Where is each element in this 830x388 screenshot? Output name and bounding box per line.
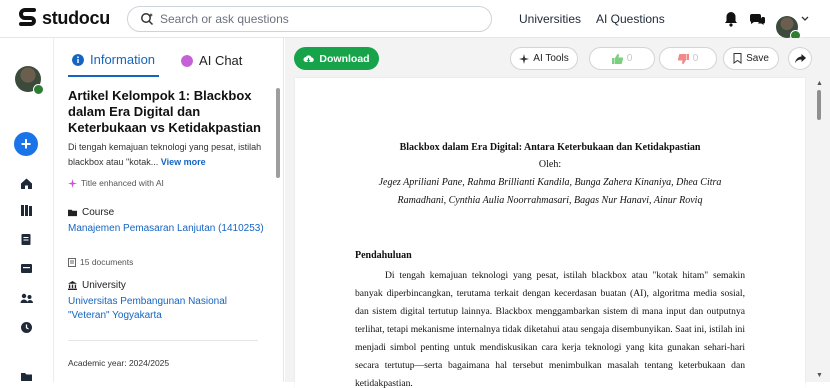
like-button[interactable]: 0 (589, 47, 655, 70)
sparkle-icon (519, 53, 530, 64)
share-button[interactable] (788, 47, 812, 70)
tab-ai-chat[interactable]: AI Chat (181, 52, 242, 77)
dislike-count: 0 (692, 53, 699, 64)
tab-information[interactable]: Information (68, 52, 160, 77)
thumbs-up-icon (611, 53, 623, 64)
document-page: Blackbox dalam Era Digital: Antara Keter… (295, 78, 805, 388)
nav-ai-questions[interactable]: AI Questions (596, 12, 665, 26)
ai-tools-button[interactable]: AI Tools (510, 47, 578, 70)
section-body-text: Di tengah kemajuan teknologi yang pesat,… (355, 270, 745, 388)
course-doc-count-label: 15 documents (80, 257, 134, 267)
paper-title: Blackbox dalam Era Digital: Antara Keter… (399, 142, 701, 153)
download-label: Download (319, 52, 370, 65)
scroll-down-arrow[interactable]: ▼ (816, 372, 823, 379)
ai-chat-icon (181, 54, 194, 67)
paper-byline: Oleh: (538, 159, 562, 170)
quiz-icon[interactable] (20, 262, 33, 275)
panel-divider (68, 340, 258, 341)
university-heading-label: University (82, 280, 126, 291)
enhanced-label: Title enhanced with AI (81, 178, 164, 188)
document-title: Artikel Kelompok 1: Blackbox dalam Era D… (68, 88, 261, 135)
cloud-download-icon (303, 54, 315, 62)
community-icon[interactable] (20, 292, 33, 305)
history-icon[interactable] (20, 321, 33, 334)
section-body: Di tengah kemajuan teknologi yang pesat,… (355, 267, 745, 388)
course-heading: Course (68, 207, 114, 218)
course-heading-label: Course (82, 207, 115, 218)
notes-icon[interactable] (20, 233, 33, 246)
messages-icon[interactable] (748, 10, 766, 28)
folder-icon (68, 209, 77, 217)
university-heading: University (68, 280, 126, 291)
thumbs-down-icon (677, 53, 689, 64)
folder-icon[interactable] (20, 370, 33, 383)
university-link[interactable]: Universitas Pembangunan Nasional "Vetera… (68, 295, 268, 323)
panel-scrollbar[interactable] (276, 88, 280, 178)
viewer-scrollbar[interactable] (817, 90, 821, 120)
document-icon (68, 257, 76, 267)
top-header: studocu Universities AI Questions (0, 0, 830, 41)
sparkle-icon (68, 178, 77, 188)
add-button[interactable]: + (14, 132, 38, 156)
tab-information-label: Information (90, 52, 156, 67)
library-icon[interactable] (20, 204, 33, 217)
rail-user-avatar[interactable] (15, 66, 44, 95)
home-icon[interactable] (20, 177, 33, 190)
search-box[interactable] (127, 6, 492, 32)
viewer-toolbar: Download AI Tools 0 0 Save (285, 38, 830, 78)
course-doc-count: 15 documents (68, 257, 133, 267)
panel-tabs: Information AI Chat (68, 52, 242, 77)
title-enhanced-note: Title enhanced with AI (68, 178, 164, 188)
save-label: Save (746, 53, 769, 64)
bookmark-icon (733, 53, 742, 64)
paper-authors: Jegez Apriliani Pane, Rahma Brillianti K… (378, 177, 722, 206)
section-heading: Pendahuluan (355, 250, 412, 261)
tab-ai-chat-label: AI Chat (199, 53, 243, 68)
view-more-link[interactable]: View more (161, 157, 206, 167)
rail-avatar-badge (33, 84, 44, 95)
save-button[interactable]: Save (723, 47, 779, 70)
document-description: Di tengah kemajuan teknologi yang pesat,… (68, 140, 273, 170)
search-input[interactable] (160, 12, 480, 26)
like-count: 0 (626, 53, 633, 64)
course-link[interactable]: Manajemen Pemasaran Lanjutan (1410253) (68, 222, 268, 236)
ai-tools-label: AI Tools (533, 53, 569, 64)
logo-text: studocu (42, 7, 110, 28)
share-icon (794, 53, 806, 63)
document-viewer: Download AI Tools 0 0 Save Blackbox dala… (285, 38, 830, 388)
scroll-up-arrow[interactable]: ▲ (816, 80, 823, 87)
download-button[interactable]: Download (294, 47, 379, 70)
academic-year: Academic year: 2024/2025 (68, 358, 170, 368)
dislike-button[interactable]: 0 (659, 47, 717, 70)
studocu-logo[interactable]: studocu (18, 7, 110, 29)
info-icon (72, 53, 84, 66)
ai-search-icon (141, 13, 154, 26)
user-avatar[interactable] (776, 15, 801, 41)
document-info-panel: Information AI Chat Artikel Kelompok 1: … (54, 38, 284, 382)
university-icon (68, 281, 77, 290)
notification-bell-icon[interactable] (722, 10, 740, 28)
chevron-down-icon[interactable] (801, 15, 809, 23)
left-rail: + (0, 38, 54, 382)
nav-universities[interactable]: Universities (519, 12, 581, 26)
studocu-logo-icon (19, 8, 36, 26)
